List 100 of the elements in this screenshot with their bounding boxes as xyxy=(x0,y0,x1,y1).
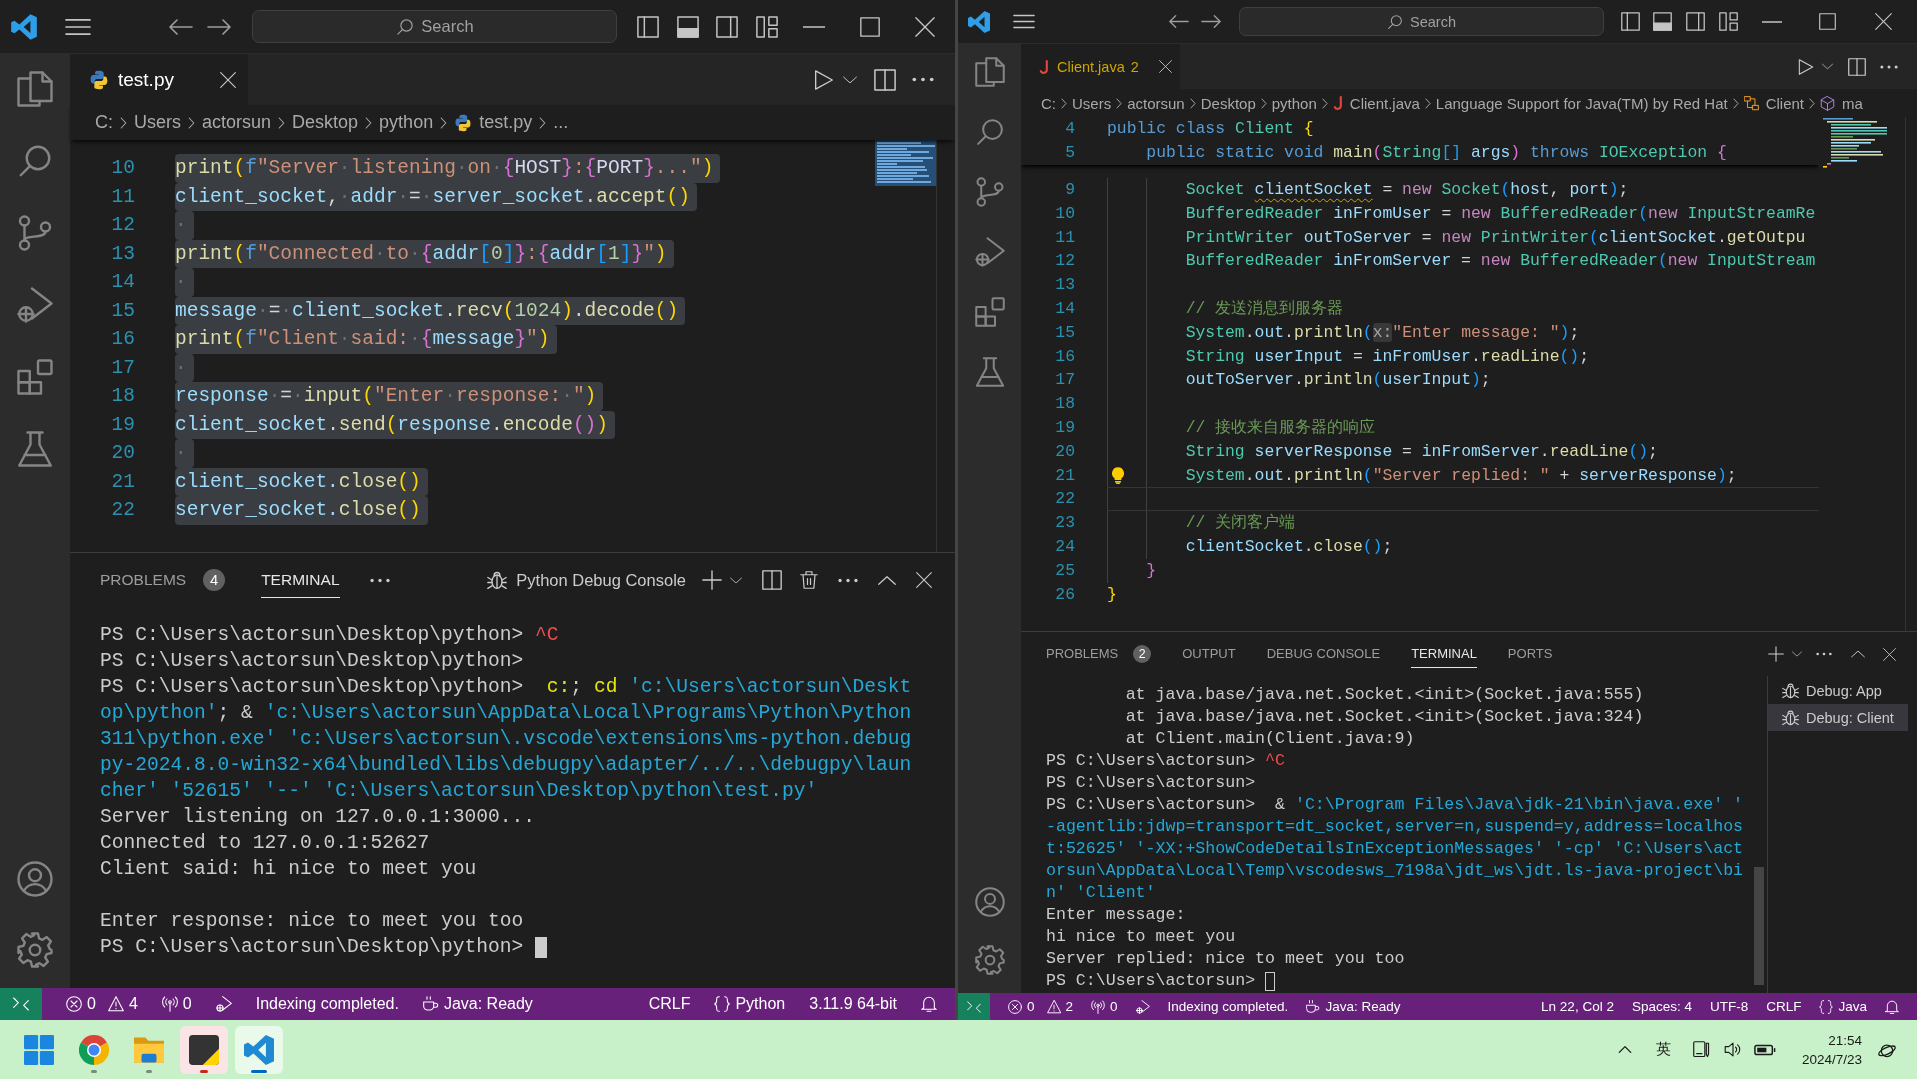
split-editor-icon[interactable] xyxy=(874,68,896,91)
minimize-icon[interactable] xyxy=(1762,20,1782,23)
chevron-down-icon[interactable] xyxy=(843,75,857,84)
panel-tab[interactable]: PROBLEMS 4 xyxy=(100,562,226,598)
chevron-down-icon[interactable] xyxy=(1822,63,1833,70)
breadcrumb-item[interactable]: Desktop xyxy=(292,112,359,133)
sidebar-layout-icon[interactable] xyxy=(1686,12,1705,31)
warning-icon[interactable] xyxy=(107,996,124,1012)
trash-icon[interactable] xyxy=(800,570,818,590)
status-item[interactable]: CRLF xyxy=(648,995,691,1013)
breadcrumb-item[interactable]: C: xyxy=(1041,94,1056,112)
menu-icon[interactable] xyxy=(1013,14,1035,29)
breadcrumb-item[interactable]: actorsun xyxy=(1127,94,1185,112)
more-icon[interactable] xyxy=(912,77,934,82)
java-status[interactable]: Java: Ready xyxy=(1325,999,1401,1014)
tablet-pen-icon[interactable] xyxy=(1692,1041,1710,1058)
plus-icon[interactable] xyxy=(702,570,722,590)
bell-icon[interactable] xyxy=(921,996,937,1012)
plus-icon[interactable] xyxy=(1768,646,1784,662)
account-icon[interactable] xyxy=(17,861,53,897)
panel-layout-icon[interactable] xyxy=(1653,12,1672,31)
close-icon[interactable] xyxy=(1883,647,1896,661)
bell-icon[interactable] xyxy=(1885,999,1899,1014)
panel-tab[interactable]: PORTS xyxy=(1507,640,1553,668)
status-item[interactable]: Ln 22, Col 2 xyxy=(1541,999,1614,1014)
maximize-icon[interactable] xyxy=(860,16,880,37)
menu-icon[interactable] xyxy=(65,17,91,36)
more-icon[interactable] xyxy=(1816,652,1832,656)
run-icon[interactable] xyxy=(1798,57,1814,76)
play-bug-icon[interactable] xyxy=(974,237,1005,267)
sidebar-layout-icon[interactable] xyxy=(637,15,659,38)
play-bug-icon[interactable] xyxy=(215,996,232,1012)
search-icon[interactable] xyxy=(17,143,53,179)
close-icon[interactable] xyxy=(1159,60,1172,73)
breadcrumb-item[interactable]: Users xyxy=(134,112,181,133)
breadcrumb-item[interactable]: C: xyxy=(95,112,113,133)
arrow-left-icon[interactable] xyxy=(169,16,193,37)
more-icon[interactable] xyxy=(838,577,858,583)
language-mode[interactable]: Java xyxy=(1838,999,1867,1014)
breadcrumb-item[interactable]: Client xyxy=(1765,94,1805,112)
radio-tower-icon[interactable] xyxy=(1091,999,1106,1014)
coffee-cup-icon[interactable] xyxy=(1306,999,1321,1014)
braces-icon[interactable] xyxy=(1819,999,1834,1014)
warning-icon[interactable] xyxy=(1046,999,1061,1014)
maximize-icon[interactable] xyxy=(1819,13,1836,30)
sidebar-layout-icon[interactable] xyxy=(716,15,738,38)
panel-layout-icon[interactable] xyxy=(677,15,699,38)
play-bug-icon[interactable] xyxy=(17,287,53,323)
split-icon[interactable] xyxy=(762,570,782,590)
speaker-icon[interactable] xyxy=(1723,1041,1742,1058)
editor-tab[interactable]: Client.java 2 xyxy=(1021,44,1180,89)
breadcrumb-item[interactable]: Client.java xyxy=(1349,94,1420,112)
taskbar-button[interactable] xyxy=(180,1025,228,1074)
status-item[interactable]: Spaces: 4 xyxy=(1631,999,1692,1014)
error-count[interactable]: 0 xyxy=(1027,999,1035,1014)
java-status[interactable]: Java: Ready xyxy=(443,995,533,1013)
breadcrumb-item[interactable]: Language Support for Java(TM) by Red Hat xyxy=(1435,94,1728,112)
branch-icon[interactable] xyxy=(974,177,1005,207)
terminal-list-item[interactable]: Debug: App xyxy=(1768,677,1908,704)
breadcrumb-item[interactable]: test.py xyxy=(479,112,533,133)
minimize-icon[interactable] xyxy=(803,25,825,28)
breadcrumb-item[interactable]: actorsun xyxy=(202,112,272,133)
breadcrumb-item[interactable]: Users xyxy=(1072,94,1112,112)
panel-tab[interactable]: TERMINAL xyxy=(1411,640,1477,668)
terminal-list-item[interactable]: Debug: Client xyxy=(1768,704,1908,731)
settings-icon[interactable] xyxy=(17,932,53,968)
panel-tab[interactable]: PROBLEMS 2 xyxy=(1046,640,1152,668)
breadcrumb-item[interactable]: ma xyxy=(1842,94,1863,112)
chevron-up-icon[interactable] xyxy=(1617,1045,1632,1054)
remote-button[interactable] xyxy=(0,988,42,1020)
flask-icon[interactable] xyxy=(974,357,1005,387)
terminal-selector[interactable]: Python Debug Console xyxy=(487,570,686,590)
play-bug-icon[interactable] xyxy=(1135,999,1150,1014)
arrow-right-icon[interactable] xyxy=(1201,13,1221,30)
clock-date[interactable]: 2024/7/23 xyxy=(1801,1049,1862,1069)
radio-tower-icon[interactable] xyxy=(161,996,178,1012)
layout-grid-icon[interactable] xyxy=(756,15,778,38)
account-icon[interactable] xyxy=(974,887,1005,917)
panel-tab[interactable]: OUTPUT xyxy=(1182,640,1236,668)
warning-count[interactable]: 4 xyxy=(128,995,138,1013)
search-field[interactable]: Search xyxy=(1239,7,1604,36)
flask-icon[interactable] xyxy=(17,431,53,467)
coffee-cup-icon[interactable] xyxy=(422,996,439,1012)
warning-count[interactable]: 2 xyxy=(1065,999,1074,1014)
close-icon[interactable] xyxy=(1875,13,1892,30)
close-icon[interactable] xyxy=(916,572,932,588)
language-mode[interactable]: Python xyxy=(735,995,786,1013)
layout-grid-icon[interactable] xyxy=(1719,12,1738,31)
files-icon[interactable] xyxy=(17,71,53,107)
error-icon[interactable] xyxy=(66,996,82,1012)
chevron-down-icon[interactable] xyxy=(730,576,742,584)
braces-icon[interactable] xyxy=(714,996,731,1012)
breadcrumb-item[interactable]: python xyxy=(379,112,434,133)
ports-count[interactable]: 0 xyxy=(1110,999,1118,1014)
editor-tab[interactable]: test.py xyxy=(70,54,248,105)
search-field[interactable]: Search xyxy=(252,10,617,43)
breadcrumb-item[interactable]: python xyxy=(1271,94,1317,112)
files-icon[interactable] xyxy=(974,57,1005,87)
status-item[interactable]: CRLF xyxy=(1766,999,1802,1014)
status-item[interactable]: Indexing completed. xyxy=(255,995,399,1013)
